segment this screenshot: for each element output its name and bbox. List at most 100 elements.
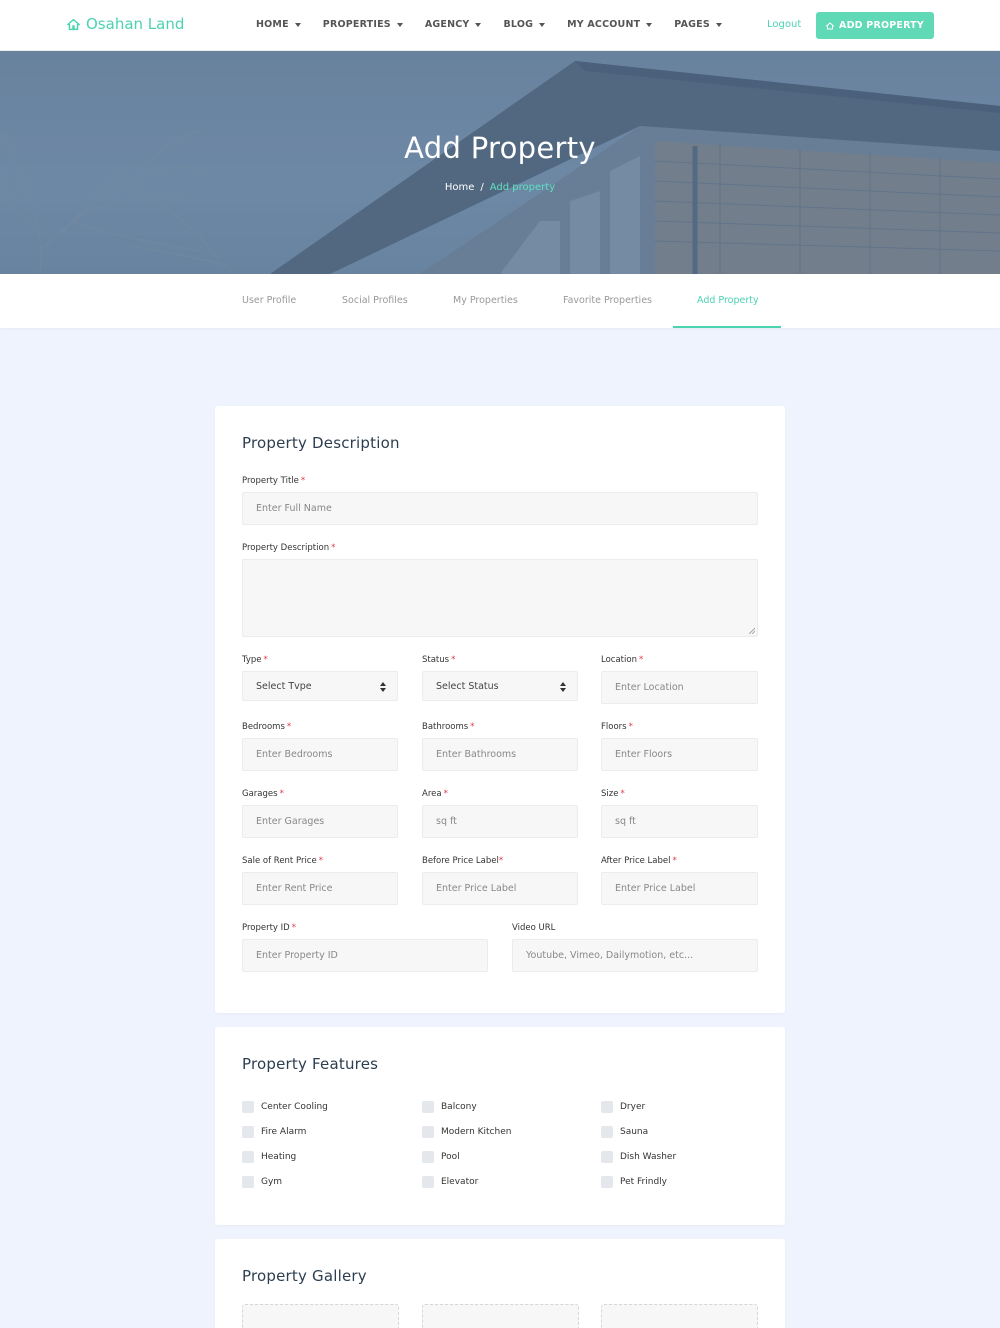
nav-my-account[interactable]: MY ACCOUNT bbox=[567, 19, 653, 30]
feature-checkbox[interactable]: Balcony bbox=[422, 1101, 477, 1113]
before-price-label: Before Price Label* bbox=[422, 856, 503, 866]
garages-label: Garages * bbox=[242, 789, 284, 799]
property-title-label-text: Property Title bbox=[242, 476, 299, 486]
nav-blog[interactable]: BLOG bbox=[503, 19, 546, 30]
add-property-button[interactable]: ADD PROPERTY bbox=[816, 12, 934, 39]
gallery-upload-slot[interactable] bbox=[601, 1304, 758, 1328]
tab-user-profile[interactable]: User Profile bbox=[242, 295, 296, 306]
checkbox-box[interactable] bbox=[422, 1101, 434, 1113]
type-select[interactable]: Select Tvpe bbox=[242, 671, 398, 701]
gallery-upload-slot[interactable] bbox=[422, 1304, 579, 1328]
hero-banner: Add Property Home / Add property bbox=[0, 51, 1000, 274]
property-description-textarea[interactable] bbox=[242, 559, 758, 637]
tab-favorite-properties[interactable]: Favorite Properties bbox=[563, 295, 652, 306]
feature-checkbox[interactable]: Dryer bbox=[601, 1101, 645, 1113]
feature-checkbox[interactable]: Elevator bbox=[422, 1176, 478, 1188]
feature-label: Dryer bbox=[620, 1102, 646, 1112]
location-input[interactable]: Enter Location bbox=[601, 671, 758, 704]
feature-checkbox[interactable]: Center Cooling bbox=[242, 1101, 328, 1113]
logout-link[interactable]: Logout bbox=[767, 19, 801, 30]
chevron-down-icon bbox=[646, 22, 653, 27]
status-select[interactable]: Select Status bbox=[422, 671, 578, 701]
bathrooms-label: Bathrooms * bbox=[422, 722, 474, 732]
after-price-label: After Price Label * bbox=[601, 856, 677, 866]
nav-pages[interactable]: PAGES bbox=[674, 19, 722, 30]
required-mark: * bbox=[286, 722, 292, 732]
after-price-input[interactable]: Enter Price Label bbox=[601, 872, 758, 905]
checkbox-box[interactable] bbox=[242, 1126, 254, 1138]
type-label-text: Type bbox=[242, 655, 262, 665]
location-label: Location * bbox=[601, 655, 643, 665]
checkbox-box[interactable] bbox=[601, 1176, 613, 1188]
feature-checkbox[interactable]: Dish Washer bbox=[601, 1151, 676, 1163]
breadcrumb-home[interactable]: Home bbox=[445, 182, 475, 193]
nav-agency[interactable]: AGENCY bbox=[425, 19, 482, 30]
resize-handle-icon[interactable] bbox=[749, 628, 755, 634]
required-mark: * bbox=[628, 722, 633, 732]
size-input[interactable]: sq ft bbox=[601, 805, 758, 838]
nav-agency-label: AGENCY bbox=[424, 19, 470, 30]
feature-checkbox[interactable]: Gym bbox=[242, 1176, 282, 1188]
property-id-label: Property ID * bbox=[242, 923, 296, 933]
required-mark: * bbox=[300, 476, 306, 486]
checkbox-box[interactable] bbox=[242, 1176, 254, 1188]
nav-properties[interactable]: PROPERTIES bbox=[323, 19, 403, 30]
checkbox-box[interactable] bbox=[242, 1151, 254, 1163]
checkbox-box[interactable] bbox=[422, 1176, 434, 1188]
tab-social-profiles[interactable]: Social Profiles bbox=[342, 295, 408, 306]
property-title-input[interactable]: Enter Full Name bbox=[242, 492, 758, 525]
area-input[interactable]: sq ft bbox=[422, 805, 578, 838]
required-mark: * bbox=[470, 722, 475, 732]
video-url-label: Video URL bbox=[512, 923, 556, 933]
rent-price-input[interactable]: Enter Rent Price bbox=[242, 872, 398, 905]
required-mark: * bbox=[279, 789, 284, 799]
tab-my-properties[interactable]: My Properties bbox=[453, 295, 518, 306]
floors-label-text: Floors bbox=[601, 722, 627, 732]
status-label: Status * bbox=[422, 655, 455, 665]
required-mark: * bbox=[443, 789, 448, 799]
page-title: Add Property bbox=[404, 131, 596, 165]
property-title-label: Property Title * bbox=[242, 476, 305, 486]
feature-label: Modern Kitchen bbox=[441, 1127, 512, 1137]
bathrooms-input[interactable]: Enter Bathrooms bbox=[422, 738, 578, 771]
feature-label: Elevator bbox=[441, 1177, 479, 1187]
checkbox-box[interactable] bbox=[422, 1151, 434, 1163]
feature-checkbox[interactable]: Modern Kitchen bbox=[422, 1126, 511, 1138]
brand-logo[interactable]: Osahan Land bbox=[67, 15, 184, 33]
required-mark: * bbox=[318, 856, 323, 866]
tab-add-property[interactable]: Add Property bbox=[697, 295, 759, 306]
feature-checkbox[interactable]: Pool bbox=[422, 1151, 460, 1163]
checkbox-box[interactable] bbox=[242, 1101, 254, 1113]
nav-my-account-label: MY ACCOUNT bbox=[567, 19, 641, 30]
checkbox-box[interactable] bbox=[601, 1151, 613, 1163]
size-label-text: Size bbox=[601, 789, 619, 799]
rent-price-label-text: Sale of Rent Price bbox=[242, 856, 317, 866]
required-mark: * bbox=[672, 856, 677, 866]
property-gallery-card: Property Gallery bbox=[215, 1239, 785, 1328]
property-id-label-text: Property ID bbox=[242, 923, 290, 933]
rent-price-label: Sale of Rent Price * bbox=[242, 856, 323, 866]
gallery-upload-slot[interactable] bbox=[242, 1304, 399, 1328]
garages-input[interactable]: Enter Garages bbox=[242, 805, 398, 838]
nav-home[interactable]: HOME bbox=[256, 19, 301, 30]
checkbox-box[interactable] bbox=[422, 1126, 434, 1138]
bedrooms-input[interactable]: Enter Bedrooms bbox=[242, 738, 398, 771]
floors-input[interactable]: Enter Floors bbox=[601, 738, 758, 771]
breadcrumb-current: Add property bbox=[489, 182, 556, 193]
feature-checkbox[interactable]: Pet Frindly bbox=[601, 1176, 667, 1188]
main-nav: HOME PROPERTIES AGENCY BLOG MY ACCOUNT P… bbox=[256, 19, 722, 30]
garages-label-text: Garages bbox=[242, 789, 278, 799]
feature-checkbox[interactable]: Sauna bbox=[601, 1126, 648, 1138]
feature-checkbox[interactable]: Fire Alarm bbox=[242, 1126, 306, 1138]
feature-checkbox[interactable]: Heating bbox=[242, 1151, 296, 1163]
property-gallery-heading: Property Gallery bbox=[242, 1267, 367, 1285]
checkbox-box[interactable] bbox=[601, 1126, 613, 1138]
nav-pages-label: PAGES bbox=[674, 19, 710, 30]
bathrooms-label-text: Bathrooms bbox=[422, 722, 469, 732]
property-id-input[interactable]: Enter Property ID bbox=[242, 939, 488, 972]
brand-name: Osahan Land bbox=[86, 15, 185, 33]
checkbox-box[interactable] bbox=[601, 1101, 613, 1113]
bedrooms-label: Bedrooms * bbox=[242, 722, 291, 732]
video-url-input[interactable]: Youtube, Vimeo, Dailymotion, etc... bbox=[512, 939, 758, 972]
before-price-input[interactable]: Enter Price Label bbox=[422, 872, 578, 905]
